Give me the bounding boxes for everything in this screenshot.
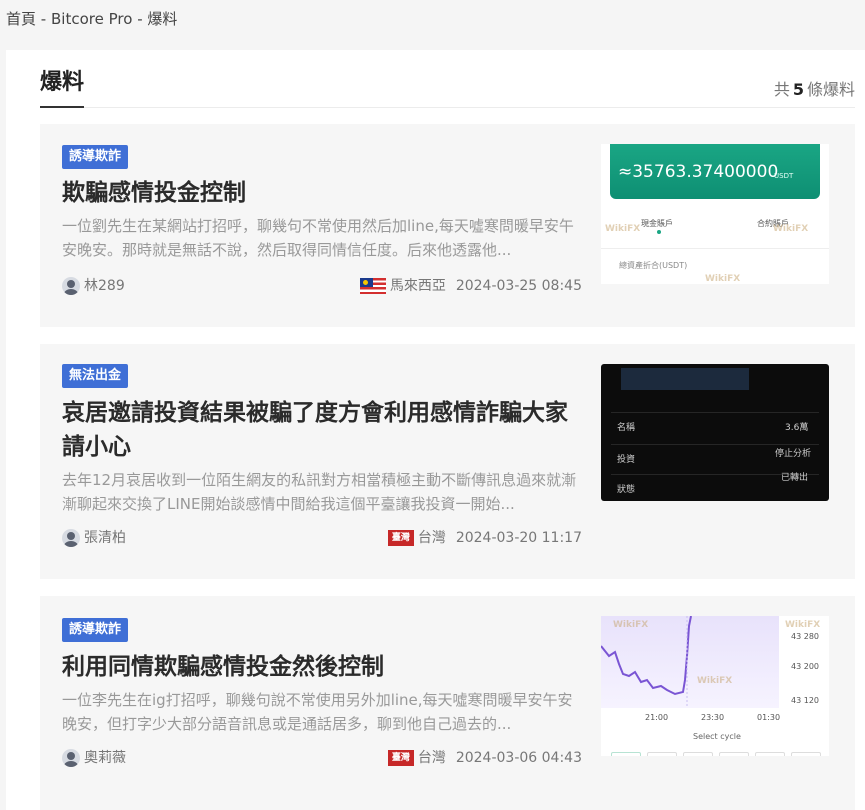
user-avatar-icon — [62, 529, 80, 547]
exposure-card[interactable]: 誘導欺詐 欺騙感情投金控制 一位劉先生在某網站打招呼，聊幾句不常使用然后加lin… — [40, 124, 855, 327]
y-tick-label: 43 120 — [791, 696, 819, 705]
watermark-logo: WikiFX — [697, 676, 733, 686]
breadcrumb-separator: - — [137, 10, 143, 28]
card-description: 一位劉先生在某網站打招呼，聊幾句不常使用然后加line,每天噓寒問暖早安午安晚安… — [62, 217, 574, 259]
taiwan-flag-icon: 臺灣 — [387, 530, 414, 546]
divider — [601, 248, 829, 249]
category-tag[interactable]: 誘導欺詐 — [62, 618, 129, 642]
row-value: 3.6萬 — [785, 423, 809, 433]
cycle-button — [755, 752, 785, 756]
breadcrumb-home-link[interactable]: 首頁 — [6, 10, 36, 28]
balance-banner: ≈35763.37400000 USDT — [610, 144, 820, 199]
count-prefix: 共 — [773, 80, 790, 99]
breadcrumb-current: 爆料 — [147, 10, 178, 28]
count-value: 5 — [792, 80, 804, 99]
region-date: 臺灣 台灣 2024-03-20 11:17 — [387, 528, 582, 548]
user-avatar-icon — [62, 749, 80, 767]
balance-amount: ≈35763.37400000 — [618, 162, 779, 182]
category-tag[interactable]: 誘導欺詐 — [62, 145, 129, 169]
watermark-logo: WikiFX — [613, 620, 649, 630]
user-avatar-icon — [62, 277, 80, 295]
breadcrumb-separator: - — [40, 10, 47, 28]
post-datetime: 2024-03-25 08:45 — [455, 278, 582, 294]
watermark-logo: WikiFX — [705, 274, 741, 284]
evidence-thumbnail[interactable]: ≈35763.37400000 USDT 現金賬戶 合約賬戶 總資產折合(USD… — [601, 144, 829, 284]
cycle-button — [719, 752, 749, 756]
balance-unit: USDT — [774, 172, 794, 180]
row-label: 名稱 — [617, 423, 636, 433]
divider — [611, 412, 819, 413]
card-title[interactable]: 欺騙感情投金控制 — [62, 176, 577, 210]
cash-account-label: 現金賬戶 — [641, 219, 673, 228]
breadcrumb: 首頁 - Bitcore Pro - 爆料 — [6, 8, 177, 29]
count-suffix: 條爆料 — [806, 80, 855, 99]
post-datetime: 2024-03-06 04:43 — [455, 750, 582, 766]
x-tick-label: 21:00 — [645, 713, 669, 722]
region-name: 台灣 — [417, 530, 446, 546]
x-tick-label: 01:30 — [757, 713, 781, 722]
author-name: 張清柏 — [84, 530, 126, 546]
region-date: 臺灣 台灣 2024-03-06 04:43 — [387, 748, 582, 768]
region-date: 馬來西亞 2024-03-25 08:45 — [359, 276, 582, 296]
watermark-logo: WikiFX — [605, 224, 641, 234]
cycle-button — [791, 752, 821, 756]
exposure-count: 共 5 條爆料 — [774, 76, 855, 100]
y-tick-label: 43 280 — [791, 632, 819, 641]
watermark-logo: WikiFX — [773, 224, 809, 234]
watermark-logo: WikiFX — [785, 620, 821, 630]
breadcrumb-broker-link[interactable]: Bitcore Pro — [51, 10, 132, 28]
card-title[interactable]: 哀居邀請投資結果被騙了度方會利用感情詐騙大家請小心 — [62, 396, 577, 464]
region-name: 馬來西亞 — [389, 278, 446, 294]
exposure-panel: 爆料 共 5 條爆料 誘導欺詐 欺騙感情投金控制 一位劉先生在某網站打招呼，聊幾句不… — [6, 50, 865, 810]
taiwan-flag-icon: 臺灣 — [387, 750, 414, 766]
total-assets-label: 總資產折合(USDT) — [619, 261, 688, 270]
card-meta: 奧莉薇 臺灣 台灣 2024-03-06 04:43 — [62, 748, 582, 770]
post-datetime: 2024-03-20 11:17 — [455, 530, 582, 546]
card-description: 一位李先生在ig打招呼，聊幾句說不常使用另外加line,每天噓寒問暖早安午安晚安… — [62, 691, 573, 733]
region-name: 台灣 — [417, 750, 446, 766]
row-value: 已轉出 — [781, 473, 809, 483]
author-name: 林289 — [84, 278, 125, 294]
select-cycle-label: Select cycle — [693, 732, 741, 741]
active-indicator-icon — [657, 230, 661, 234]
exposure-card[interactable]: 誘導欺詐 利用同情欺騙感情投金然後控制 一位李先生在ig打招呼，聊幾句說不常使用… — [40, 596, 855, 810]
cycle-button — [683, 752, 713, 756]
category-tag[interactable]: 無法出金 — [62, 364, 129, 388]
card-description: 去年12月哀居收到一位陌生網友的私訊對方相當積極主動不斷傳訊息過來就漸漸聊起來交… — [62, 471, 577, 513]
exposure-card[interactable]: 無法出金 哀居邀請投資結果被騙了度方會利用感情詐騙大家請小心 去年12月哀居收到… — [40, 344, 855, 579]
card-meta: 張清柏 臺灣 台灣 2024-03-20 11:17 — [62, 528, 582, 550]
row-label: 狀態 — [617, 485, 636, 495]
section-tab-exposure[interactable]: 爆料 — [40, 68, 85, 108]
x-tick-label: 23:30 — [701, 713, 725, 722]
evidence-thumbnail[interactable]: 43 280 43 200 43 120 21:00 23:30 01:30 S… — [601, 616, 829, 756]
cycle-button — [647, 752, 677, 756]
author-name: 奧莉薇 — [84, 750, 126, 766]
evidence-thumbnail[interactable]: 名稱 投資 狀態 3.6萬 停止分析 已轉出 — [601, 364, 829, 501]
malaysia-flag-icon — [359, 278, 386, 294]
y-tick-label: 43 200 — [791, 662, 819, 671]
row-label: 投資 — [617, 455, 636, 465]
divider — [611, 444, 819, 445]
panel-header: 爆料 共 5 條爆料 — [40, 68, 855, 108]
card-title[interactable]: 利用同情欺騙感情投金然後控制 — [62, 650, 577, 684]
row-value: 停止分析 — [775, 449, 812, 459]
cycle-button — [611, 752, 641, 756]
card-meta: 林289 馬來西亞 2024-03-25 08:45 — [62, 276, 582, 298]
chat-header — [621, 368, 749, 390]
